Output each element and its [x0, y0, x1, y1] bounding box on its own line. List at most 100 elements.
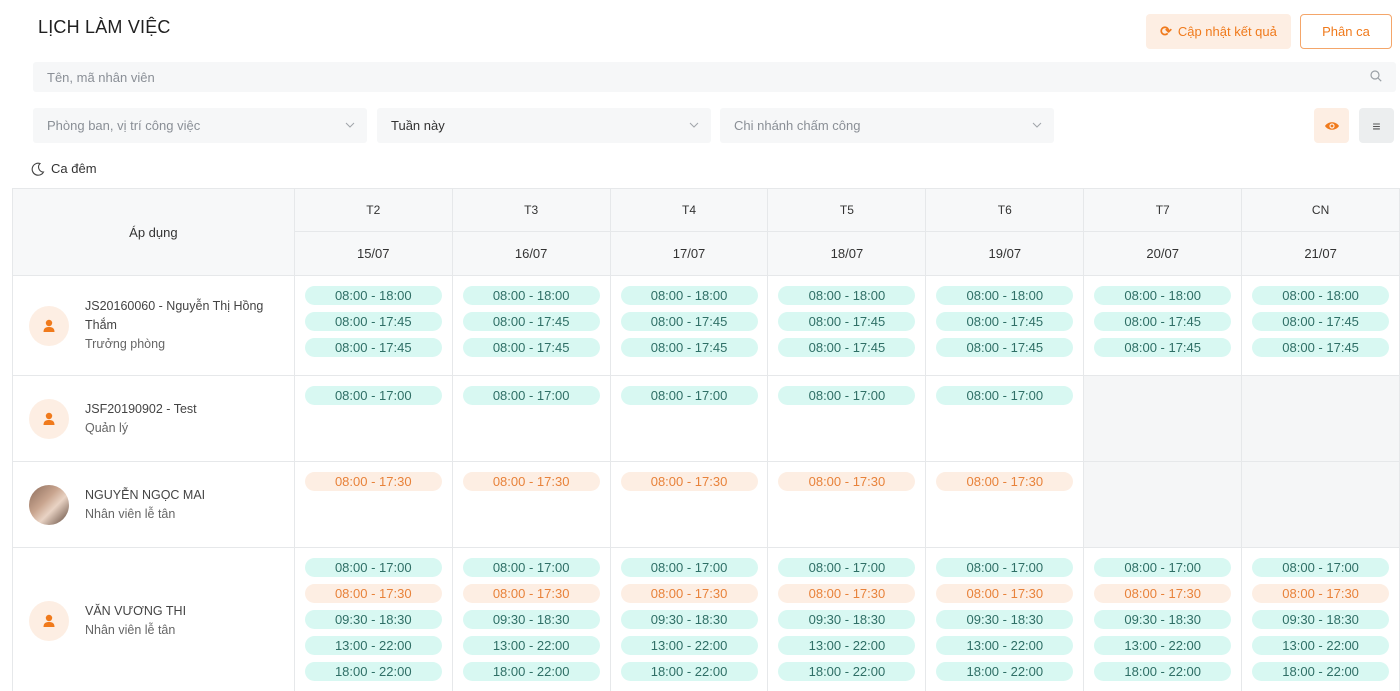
shift-chip[interactable]: 08:00 - 18:00 [462, 286, 600, 305]
day-cell[interactable]: 08:00 - 17:30 [768, 462, 927, 547]
shift-chip[interactable]: 08:00 - 17:00 [620, 558, 758, 577]
shift-chip[interactable]: 18:00 - 22:00 [778, 662, 916, 681]
shift-chip[interactable]: 09:30 - 18:30 [462, 610, 600, 629]
shift-chip[interactable]: 08:00 - 17:00 [304, 386, 442, 405]
day-cell[interactable]: 08:00 - 18:00 08:00 - 17:45 08:00 - 17:45 [295, 276, 453, 375]
shift-chip[interactable]: 08:00 - 18:00 [1094, 286, 1232, 305]
day-cell[interactable]: 08:00 - 17:00 08:00 - 17:30 09:30 - 18:30 1… [453, 548, 611, 691]
shift-chip[interactable]: 08:00 - 17:45 [936, 338, 1074, 357]
shift-chip[interactable]: 08:00 - 17:45 [304, 312, 442, 331]
shift-chip[interactable]: 08:00 - 17:00 [1252, 558, 1390, 577]
day-cell[interactable]: 08:00 - 17:00 08:00 - 17:30 09:30 - 18:30 1… [768, 548, 927, 691]
shift-chip[interactable]: 08:00 - 17:30 [462, 584, 600, 603]
shift-chip[interactable]: 08:00 - 17:30 [778, 584, 916, 603]
shift-chip[interactable]: 18:00 - 22:00 [304, 662, 442, 681]
day-cell[interactable]: 08:00 - 17:00 [768, 376, 927, 461]
shift-chip[interactable]: 08:00 - 17:30 [1252, 584, 1390, 603]
department-select[interactable]: Phòng ban, vị trí công việc [33, 108, 367, 143]
day-cell[interactable]: 08:00 - 17:00 [295, 376, 453, 461]
menu-button[interactable]: ≡ [1359, 108, 1394, 143]
shift-chip[interactable]: 08:00 - 18:00 [1252, 286, 1390, 305]
shift-chip[interactable]: 09:30 - 18:30 [936, 610, 1074, 629]
shift-chip[interactable]: 13:00 - 22:00 [1094, 636, 1232, 655]
shift-chip[interactable]: 08:00 - 17:00 [936, 386, 1074, 405]
shift-chip[interactable]: 08:00 - 17:00 [462, 558, 600, 577]
shift-chip[interactable]: 08:00 - 17:45 [1252, 338, 1390, 357]
search-icon[interactable] [1370, 70, 1382, 82]
shift-chip[interactable]: 08:00 - 17:45 [1252, 312, 1390, 331]
day-cell[interactable]: 08:00 - 17:00 08:00 - 17:30 09:30 - 18:30 1… [1242, 548, 1400, 691]
shift-chip[interactable]: 08:00 - 17:30 [778, 472, 916, 491]
day-cell[interactable]: 08:00 - 18:00 08:00 - 17:45 08:00 - 17:45 [611, 276, 769, 375]
shift-chip[interactable]: 08:00 - 17:45 [462, 338, 600, 357]
shift-chip[interactable]: 13:00 - 22:00 [462, 636, 600, 655]
employee-cell[interactable]: JS20160060 - Nguyễn Thị Hồng Thắm Trưởng … [13, 276, 295, 375]
shift-chip[interactable]: 08:00 - 17:00 [778, 558, 916, 577]
day-cell[interactable]: 08:00 - 17:00 08:00 - 17:30 09:30 - 18:30 1… [611, 548, 769, 691]
day-cell[interactable]: 08:00 - 17:30 [295, 462, 453, 547]
day-cell[interactable]: 08:00 - 18:00 08:00 - 17:45 08:00 - 17:45 [1084, 276, 1243, 375]
shift-chip[interactable]: 13:00 - 22:00 [936, 636, 1074, 655]
day-cell[interactable]: 08:00 - 17:00 08:00 - 17:30 09:30 - 18:30 1… [926, 548, 1085, 691]
shift-chip[interactable]: 08:00 - 17:30 [620, 584, 758, 603]
shift-chip[interactable]: 08:00 - 18:00 [620, 286, 758, 305]
shift-chip[interactable]: 08:00 - 17:30 [1094, 584, 1232, 603]
shift-chip[interactable]: 08:00 - 17:30 [620, 472, 758, 491]
shift-chip[interactable]: 08:00 - 17:45 [778, 312, 916, 331]
shift-chip[interactable]: 08:00 - 17:00 [778, 386, 916, 405]
search-input[interactable] [33, 62, 1396, 92]
shift-chip[interactable]: 08:00 - 17:00 [936, 558, 1074, 577]
shift-chip[interactable]: 09:30 - 18:30 [620, 610, 758, 629]
day-cell[interactable]: 08:00 - 17:00 [926, 376, 1085, 461]
shift-chip[interactable]: 08:00 - 17:45 [462, 312, 600, 331]
shift-chip[interactable]: 18:00 - 22:00 [1252, 662, 1390, 681]
shift-chip[interactable]: 18:00 - 22:00 [620, 662, 758, 681]
day-cell[interactable] [1242, 462, 1400, 547]
shift-chip[interactable]: 09:30 - 18:30 [304, 610, 442, 629]
shift-chip[interactable]: 08:00 - 18:00 [778, 286, 916, 305]
shift-chip[interactable]: 08:00 - 17:00 [620, 386, 758, 405]
shift-chip[interactable]: 08:00 - 17:30 [936, 472, 1074, 491]
day-cell[interactable]: 08:00 - 18:00 08:00 - 17:45 08:00 - 17:45 [926, 276, 1085, 375]
shift-chip[interactable]: 13:00 - 22:00 [1252, 636, 1390, 655]
shift-chip[interactable]: 18:00 - 22:00 [936, 662, 1074, 681]
update-results-button[interactable]: ⟳ Cập nhật kết quả [1146, 14, 1291, 49]
shift-chip[interactable]: 13:00 - 22:00 [620, 636, 758, 655]
shift-chip[interactable]: 13:00 - 22:00 [778, 636, 916, 655]
day-cell[interactable]: 08:00 - 17:30 [926, 462, 1085, 547]
shift-chip[interactable]: 09:30 - 18:30 [778, 610, 916, 629]
shift-chip[interactable]: 08:00 - 17:30 [304, 472, 442, 491]
day-cell[interactable] [1084, 376, 1243, 461]
shift-chip[interactable]: 08:00 - 17:45 [620, 312, 758, 331]
day-cell[interactable] [1242, 376, 1400, 461]
shift-chip[interactable]: 08:00 - 17:30 [936, 584, 1074, 603]
shift-chip[interactable]: 18:00 - 22:00 [1094, 662, 1232, 681]
view-toggle-button[interactable] [1314, 108, 1349, 143]
day-cell[interactable]: 08:00 - 18:00 08:00 - 17:45 08:00 - 17:45 [1242, 276, 1400, 375]
shift-chip[interactable]: 09:30 - 18:30 [1252, 610, 1390, 629]
day-cell[interactable]: 08:00 - 17:00 [611, 376, 769, 461]
employee-cell[interactable]: VĂN VƯƠNG THI Nhân viên lễ tân [13, 548, 295, 691]
shift-chip[interactable]: 08:00 - 17:30 [304, 584, 442, 603]
shift-chip[interactable]: 08:00 - 17:00 [462, 386, 600, 405]
shift-chip[interactable]: 08:00 - 17:45 [620, 338, 758, 357]
shift-chip[interactable]: 08:00 - 17:45 [1094, 338, 1232, 357]
day-cell[interactable]: 08:00 - 18:00 08:00 - 17:45 08:00 - 17:45 [768, 276, 927, 375]
day-cell[interactable]: 08:00 - 17:00 [453, 376, 611, 461]
employee-cell[interactable]: NGUYỄN NGỌC MAI Nhân viên lễ tân [13, 462, 295, 547]
day-cell[interactable]: 08:00 - 17:30 [611, 462, 769, 547]
shift-chip[interactable]: 08:00 - 17:00 [1094, 558, 1232, 577]
shift-chip[interactable]: 09:30 - 18:30 [1094, 610, 1232, 629]
day-cell[interactable]: 08:00 - 18:00 08:00 - 17:45 08:00 - 17:45 [453, 276, 611, 375]
shift-chip[interactable]: 08:00 - 17:45 [936, 312, 1074, 331]
shift-chip[interactable]: 08:00 - 18:00 [936, 286, 1074, 305]
day-cell[interactable]: 08:00 - 17:00 08:00 - 17:30 09:30 - 18:30 1… [295, 548, 453, 691]
shift-chip[interactable]: 08:00 - 17:45 [1094, 312, 1232, 331]
shift-chip[interactable]: 08:00 - 17:45 [778, 338, 916, 357]
day-cell[interactable]: 08:00 - 17:30 [453, 462, 611, 547]
shift-chip[interactable]: 18:00 - 22:00 [462, 662, 600, 681]
shift-chip[interactable]: 13:00 - 22:00 [304, 636, 442, 655]
employee-cell[interactable]: JSF20190902 - Test Quản lý [13, 376, 295, 461]
shift-chip[interactable]: 08:00 - 17:00 [304, 558, 442, 577]
day-cell[interactable]: 08:00 - 17:00 08:00 - 17:30 09:30 - 18:30 1… [1084, 548, 1243, 691]
